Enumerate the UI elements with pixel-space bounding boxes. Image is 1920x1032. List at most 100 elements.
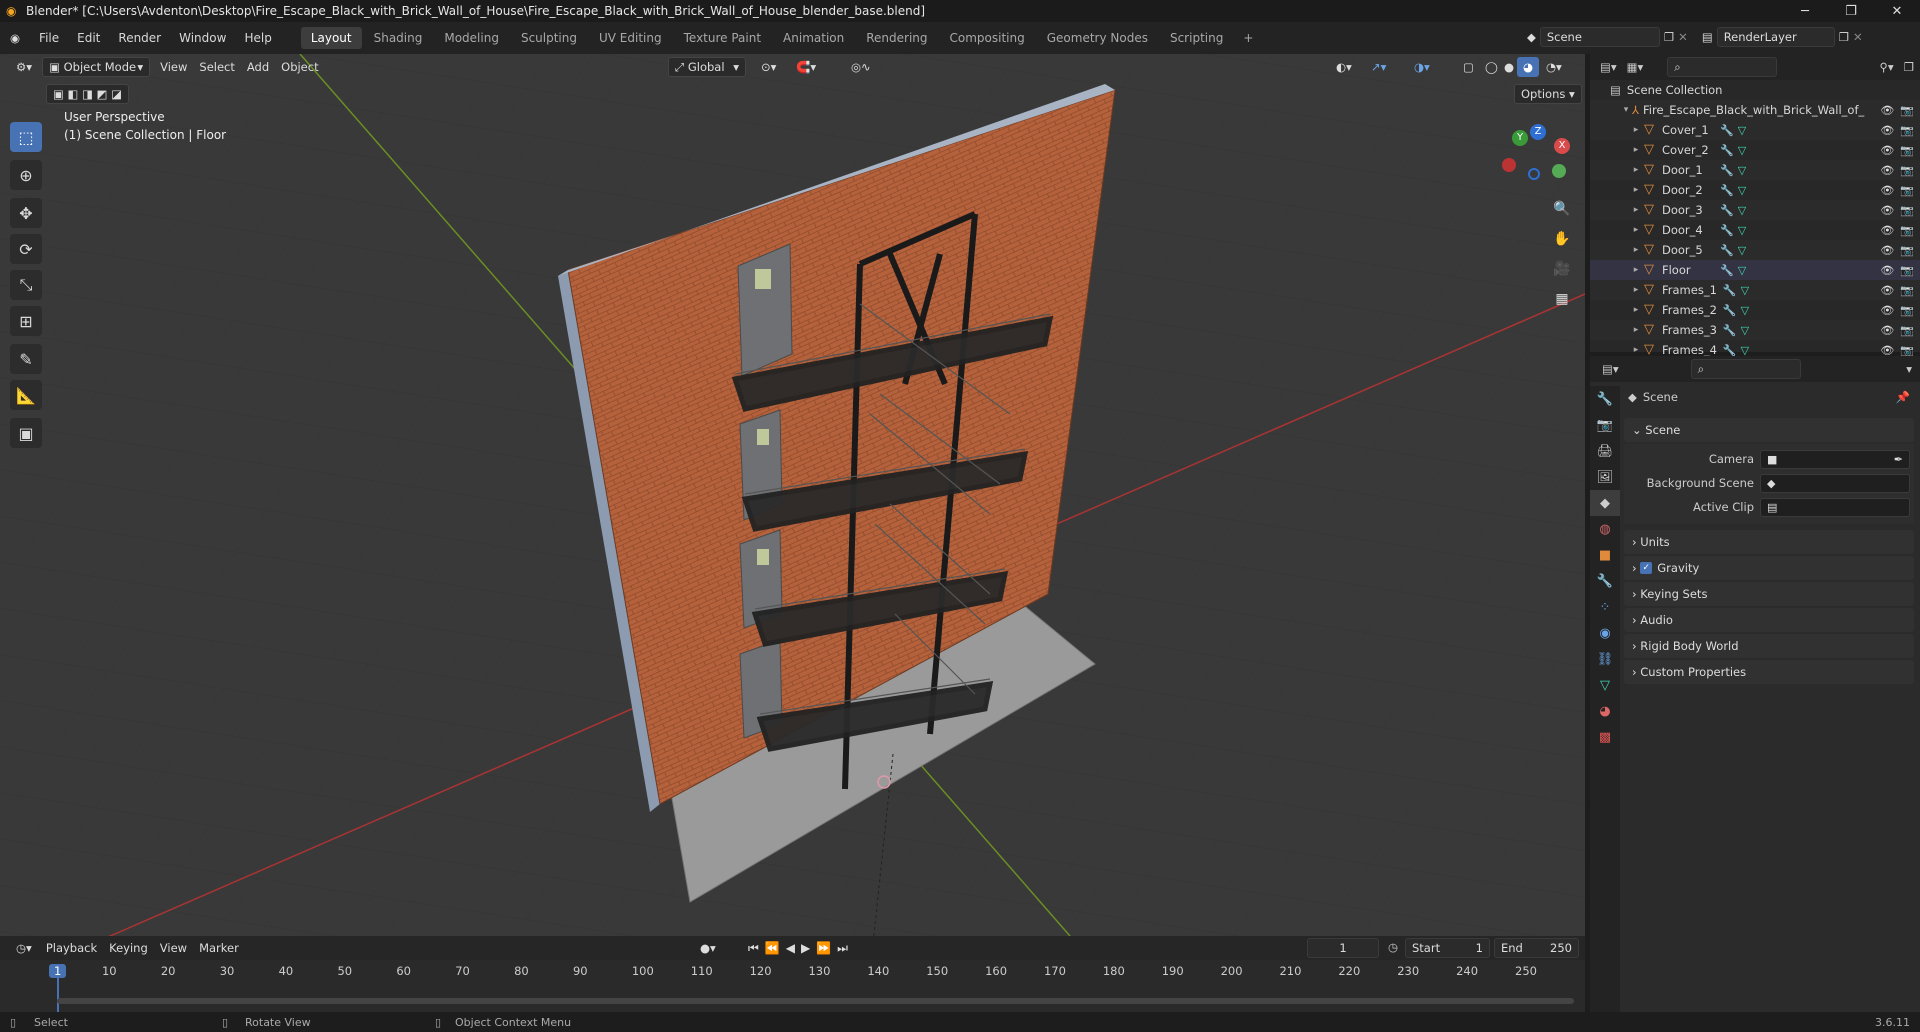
chevron-down-icon[interactable]: ▾: [1906, 362, 1912, 376]
material-preview-icon[interactable]: ◕: [1517, 57, 1540, 77]
pan-hand-icon[interactable]: ✋: [1549, 226, 1575, 252]
camera-field[interactable]: ■ ✒: [1760, 450, 1910, 469]
perspective-toggle-icon[interactable]: ▦: [1549, 286, 1575, 312]
collection-row[interactable]: ▾ ⅄ Fire_Escape_Black_with_Brick_Wall_of…: [1590, 100, 1920, 120]
overlays-toggle-icon[interactable]: ◑▾: [1408, 57, 1436, 77]
expand-triangle-icon[interactable]: ▸: [1630, 245, 1642, 255]
camera-icon[interactable]: 📷: [1900, 344, 1914, 357]
camera-icon[interactable]: 📷: [1900, 144, 1914, 157]
add-workspace-button[interactable]: +: [1233, 27, 1263, 49]
tool-tab-icon[interactable]: 🔧: [1590, 386, 1620, 412]
playback-controls[interactable]: ⏮⏪◀▶⏩⏭: [748, 941, 854, 956]
eye-icon[interactable]: 👁: [1880, 224, 1894, 237]
eye-icon[interactable]: 👁: [1880, 184, 1894, 197]
world-tab-icon[interactable]: ◍: [1590, 516, 1620, 542]
minimize-button[interactable]: ─: [1782, 0, 1828, 22]
panel-units[interactable]: › Units: [1624, 530, 1914, 554]
menu-file[interactable]: File: [30, 27, 68, 49]
playhead-line[interactable]: [57, 978, 59, 1012]
modifier-tab-icon[interactable]: 🔧: [1590, 568, 1620, 594]
panel-rigid-body-world[interactable]: › Rigid Body World: [1624, 634, 1914, 658]
snap-icon[interactable]: 🧲▾: [790, 57, 822, 77]
expand-triangle-icon[interactable]: ▸: [1630, 265, 1642, 275]
expand-triangle-icon[interactable]: ▸: [1630, 285, 1642, 295]
scene-panel-header[interactable]: ⌄ Scene: [1624, 418, 1914, 442]
eye-icon[interactable]: 👁: [1880, 284, 1894, 297]
proportional-editing-icon[interactable]: ◎∿: [845, 57, 877, 77]
tab-texture-paint[interactable]: Texture Paint: [674, 27, 771, 49]
eye-icon[interactable]: 👁: [1880, 204, 1894, 217]
panel-keying-sets[interactable]: › Keying Sets: [1624, 582, 1914, 606]
timeline-ruler[interactable]: 1 10 20 30 40 50 60 70 80 90 100 110 120 130 140 150 160…: [0, 960, 1585, 1012]
menu-help[interactable]: Help: [235, 27, 280, 49]
constraints-tab-icon[interactable]: ⛓: [1590, 646, 1620, 672]
viewport-menu-select[interactable]: Select: [193, 57, 240, 77]
filter-icon[interactable]: ⚲▾: [1879, 60, 1893, 74]
editor-type-icon[interactable]: ⚙▾: [10, 57, 38, 77]
tab-compositing[interactable]: Compositing: [940, 27, 1035, 49]
record-icon[interactable]: ●▾: [700, 941, 716, 955]
eye-icon[interactable]: 👁: [1880, 144, 1894, 157]
expand-triangle-icon[interactable]: ▸: [1630, 185, 1642, 195]
scene-selector[interactable]: Scene: [1539, 27, 1660, 47]
timeline-editor-icon[interactable]: ◷▾: [10, 938, 38, 958]
tab-geometry-nodes[interactable]: Geometry Nodes: [1037, 27, 1158, 49]
menu-edit[interactable]: Edit: [68, 27, 109, 49]
camera-icon[interactable]: 📷: [1900, 204, 1914, 217]
viewport-menu-object[interactable]: Object: [275, 57, 324, 77]
camera-view-icon[interactable]: 🎥: [1549, 256, 1575, 282]
tab-animation[interactable]: Animation: [773, 27, 854, 49]
select-mode-buttons[interactable]: ▣ ◧ ◨ ◩ ◪: [46, 84, 129, 104]
view-layer-tab-icon[interactable]: 🖼: [1590, 464, 1620, 490]
expand-triangle-icon[interactable]: ▸: [1630, 205, 1642, 215]
outliner-item[interactable]: ▸ ▽ Door_5 🔧 ▽ 👁 📷: [1590, 240, 1920, 260]
annotate-tool[interactable]: ✎: [10, 344, 42, 374]
tab-layout[interactable]: Layout: [300, 27, 362, 49]
outliner-item[interactable]: ▸ ▽ Frames_2 🔧 ▽ 👁 📷: [1590, 300, 1920, 320]
output-tab-icon[interactable]: 🖨: [1590, 438, 1620, 464]
timeline-scrollbar[interactable]: [57, 998, 1574, 1004]
eye-icon[interactable]: 👁: [1880, 164, 1894, 177]
texture-tab-icon[interactable]: ▩: [1590, 724, 1620, 750]
pivot-point-icon[interactable]: ⊙▾: [755, 57, 782, 77]
outliner-item[interactable]: ▸ ▽ Frames_3 🔧 ▽ 👁 📷: [1590, 320, 1920, 340]
move-tool[interactable]: ✥: [10, 198, 42, 228]
camera-icon[interactable]: 📷: [1900, 244, 1914, 257]
menu-render[interactable]: Render: [109, 27, 170, 49]
delete-scene-icon[interactable]: ✕: [1678, 30, 1688, 44]
expand-triangle-icon[interactable]: ▸: [1630, 125, 1642, 135]
options-dropdown[interactable]: Options ▾: [1514, 84, 1582, 104]
maximize-button[interactable]: ❐: [1828, 0, 1874, 22]
zoom-icon[interactable]: 🔍: [1549, 196, 1575, 222]
current-frame-field[interactable]: 1: [1307, 938, 1379, 958]
camera-icon[interactable]: 📷: [1900, 224, 1914, 237]
eyedropper-icon[interactable]: ✒: [1894, 453, 1903, 466]
expand-triangle-icon[interactable]: ▸: [1630, 165, 1642, 175]
gizmo-neg-x[interactable]: [1502, 158, 1516, 172]
scene-tab-icon[interactable]: ◆: [1590, 490, 1620, 516]
timeline-menu-keying[interactable]: Keying: [103, 938, 154, 958]
gizmo-x-axis[interactable]: X: [1554, 138, 1570, 154]
outliner-item[interactable]: ▸ ▽ Cover_2 🔧 ▽ 👁 📷: [1590, 140, 1920, 160]
display-mode-icon[interactable]: ▦▾: [1627, 60, 1644, 74]
eye-icon[interactable]: 👁: [1880, 264, 1894, 277]
outliner-item[interactable]: ▸ ▽ Frames_1 🔧 ▽ 👁 📷: [1590, 280, 1920, 300]
timeline-menu-marker[interactable]: Marker: [193, 938, 245, 958]
panel-audio[interactable]: › Audio: [1624, 608, 1914, 632]
end-frame-field[interactable]: End 250: [1494, 938, 1579, 958]
gizmo-neg-z[interactable]: [1528, 168, 1540, 180]
camera-icon[interactable]: 📷: [1900, 184, 1914, 197]
delete-view-layer-icon[interactable]: ✕: [1853, 30, 1863, 44]
active-clip-field[interactable]: ▤: [1760, 498, 1910, 517]
camera-icon[interactable]: 📷: [1900, 164, 1914, 177]
scale-tool[interactable]: ⤡: [10, 270, 42, 300]
timeline-menu-playback[interactable]: Playback: [40, 938, 103, 958]
gravity-checkbox[interactable]: ✓: [1640, 562, 1653, 574]
pin-icon[interactable]: 📌: [1896, 390, 1910, 404]
object-tab-icon[interactable]: ■: [1590, 542, 1620, 568]
object-mode-dropdown[interactable]: ▣ Object Mode ▾: [42, 57, 151, 77]
tab-rendering[interactable]: Rendering: [856, 27, 937, 49]
eye-icon[interactable]: 👁: [1880, 324, 1894, 337]
outliner-item[interactable]: ▸ ▽ Floor 🔧 ▽ 👁 📷: [1590, 260, 1920, 280]
transform-orientation-dropdown[interactable]: ⤢ Global ▾: [668, 57, 746, 77]
